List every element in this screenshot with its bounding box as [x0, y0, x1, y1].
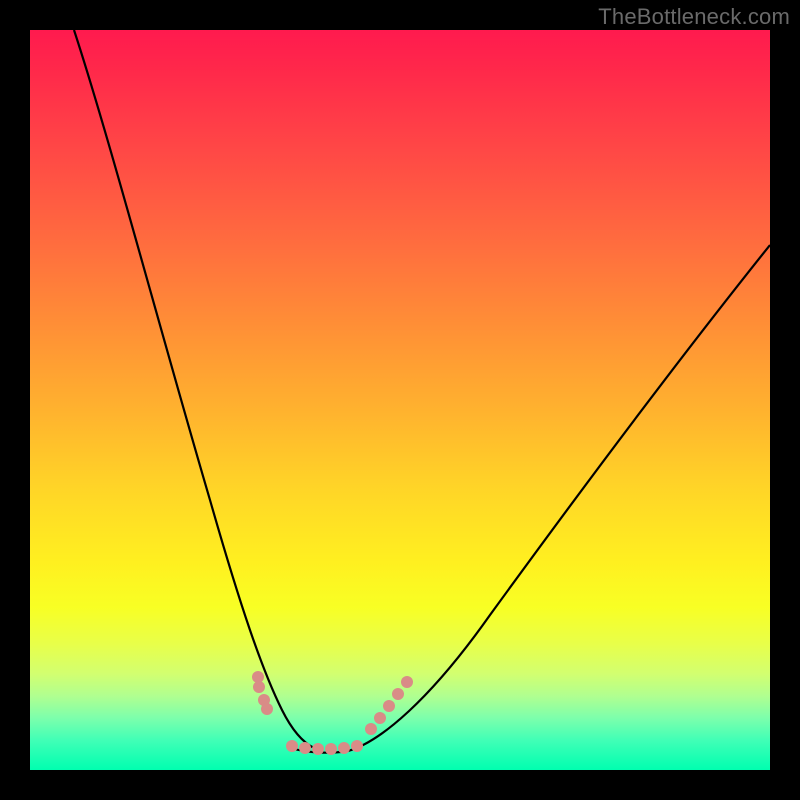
overlay-dots — [258, 677, 407, 749]
chart-svg — [30, 30, 770, 770]
watermark-text: TheBottleneck.com — [598, 4, 790, 30]
curve-left — [74, 30, 314, 748]
curve-right — [348, 245, 770, 751]
plot-area — [30, 30, 770, 770]
chart-frame: TheBottleneck.com — [0, 0, 800, 800]
